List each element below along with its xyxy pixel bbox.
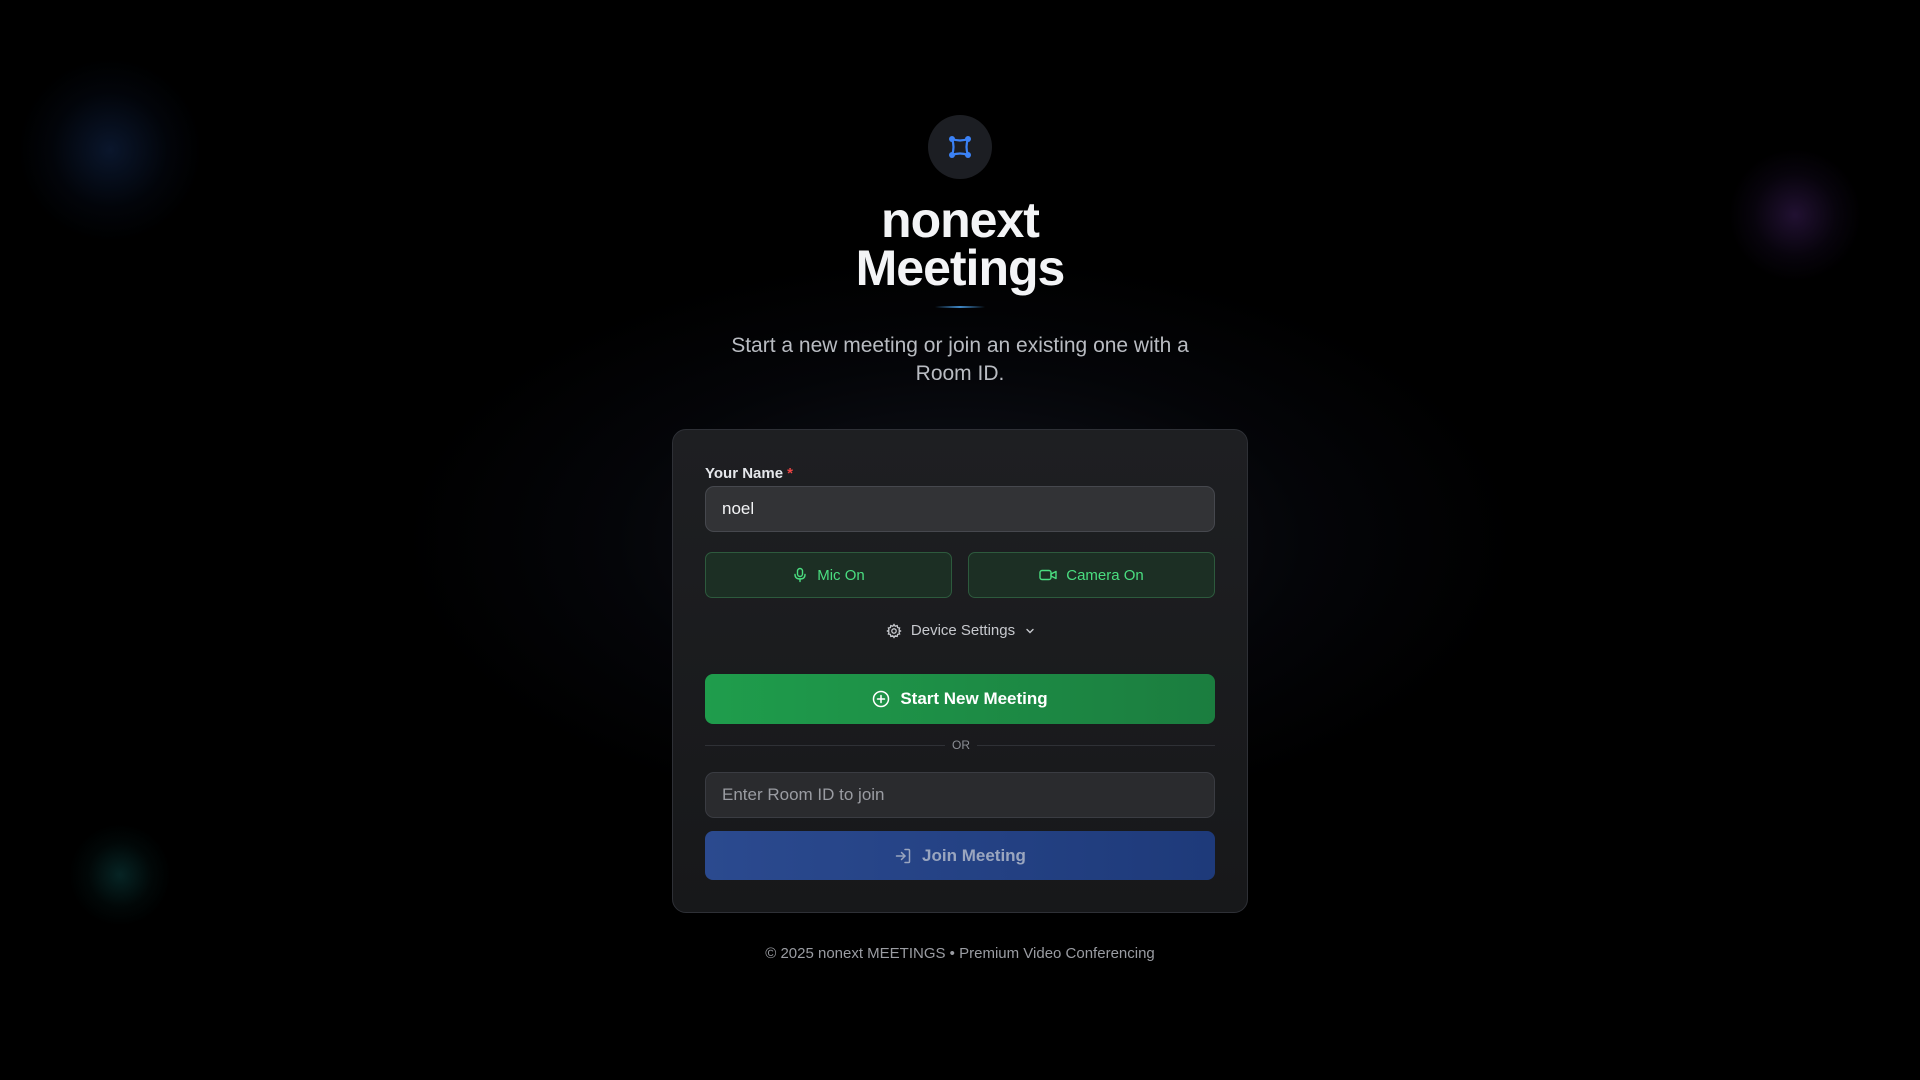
required-marker: * <box>787 465 793 482</box>
title-accent-divider <box>935 306 985 308</box>
mic-toggle-button[interactable]: Mic On <box>705 552 952 598</box>
plus-circle-icon <box>872 690 890 708</box>
app-title-line-1: nonext <box>881 192 1040 248</box>
chevron-down-icon <box>1024 625 1036 637</box>
app-logo <box>928 115 992 179</box>
divider-line-left <box>705 745 945 746</box>
divider-line-right <box>977 745 1215 746</box>
device-settings-toggle[interactable]: Device Settings <box>673 622 1249 639</box>
join-meeting-button[interactable]: Join Meeting <box>705 831 1215 880</box>
video-camera-icon <box>1039 568 1057 582</box>
network-nodes-icon <box>945 132 975 162</box>
app-title-line-2: Meetings <box>855 240 1066 296</box>
or-divider-text: OR <box>952 738 970 752</box>
meeting-lobby-page: nonext Meetings Start a new meeting or j… <box>0 0 1920 1080</box>
background-orb-blue <box>20 60 200 240</box>
page-footer: © 2025 nonext MEETINGS • Premium Video C… <box>765 945 1155 962</box>
gear-icon <box>886 622 902 639</box>
login-arrow-icon <box>894 847 912 865</box>
start-new-meeting-button[interactable]: Start New Meeting <box>705 674 1215 724</box>
app-title: nonext Meetings <box>760 192 1160 296</box>
background-orb-purple <box>1730 150 1860 280</box>
mic-toggle-label: Mic On <box>817 566 865 584</box>
join-card: Your Name* Mic On <box>672 429 1248 913</box>
microphone-icon <box>792 567 808 583</box>
background-orb-teal <box>70 825 170 925</box>
camera-toggle-button[interactable]: Camera On <box>968 552 1215 598</box>
name-input[interactable] <box>705 486 1215 532</box>
device-settings-label: Device Settings <box>910 622 1016 639</box>
camera-toggle-label: Camera On <box>1066 566 1144 584</box>
start-new-meeting-label: Start New Meeting <box>900 689 1048 708</box>
room-id-input[interactable] <box>705 772 1215 818</box>
join-meeting-label: Join Meeting <box>922 845 1026 865</box>
name-field-label: Your Name * <box>705 465 793 482</box>
page-subtitle: Start a new meeting or join an existing … <box>731 334 1189 385</box>
name-label-text: Your Name <box>705 465 784 482</box>
